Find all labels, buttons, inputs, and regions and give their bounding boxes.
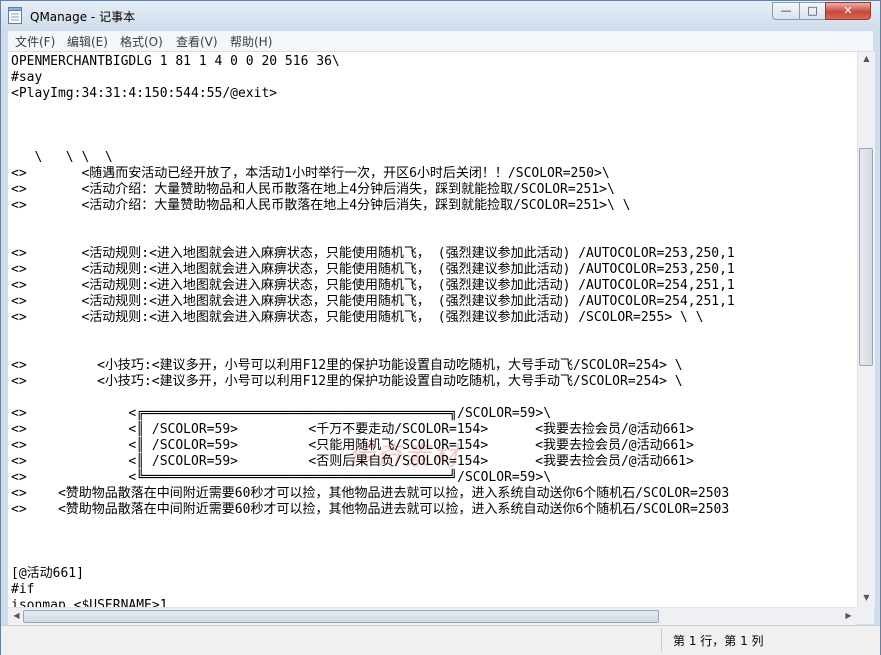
editor-line: <> <║ /SCOLOR=59> <只能用随机飞/SCOLOR=154> <我… [11,438,694,453]
vertical-scrollbar[interactable]: ▲ ▼ [857,52,875,607]
editor-line: <> <活动规则:<进入地图就会进入麻痹状态，只能使用随机飞， (强烈建议参加此… [11,262,735,277]
cursor-position: 第 1 行，第 1 列 [673,634,764,648]
horizontal-scrollbar[interactable]: ◀ ▶ [8,607,857,625]
minimize-button[interactable]: — [772,2,800,20]
menu-view[interactable]: 查看(V) [176,33,218,50]
editor-line: <> <赞助物品散落在中间附近需要60秒才可以捡，其他物品进去就可以捡，进入系统… [11,486,730,501]
editor-line: <> <║ /SCOLOR=59> <否则后果自负/SCOLOR=154> <我… [11,454,694,469]
scroll-down-icon[interactable]: ▼ [858,593,875,602]
editor-line: <> <活动规则:<进入地图就会进入麻痹状态，只能使用随机飞， (强烈建议参加此… [11,246,735,261]
editor-line: <> <活动介绍：大量赞助物品和人民币散落在地上4分钟后消失，踩到就能捡取/SC… [11,198,631,213]
editor-line: <> <╔═══════════════════════════════════… [11,406,552,421]
status-bar: 第 1 行，第 1 列 [1,625,880,655]
close-button[interactable]: ✕ [825,2,871,20]
maximize-button[interactable]: □ [799,2,826,20]
horizontal-scroll-thumb[interactable] [23,610,659,623]
editor-line: #say [11,70,43,85]
editor-line: <PlayImg:34:31:4:150:544:55/@exit> [11,86,278,101]
editor-line: <> <活动介绍：大量赞助物品和人民币散落在地上4分钟后消失，踩到就能捡取/SC… [11,182,615,197]
window-title: QManage - 记事本 [30,10,136,24]
editor-line: <> <小技巧:<建议多开，小号可以利用F12里的保护功能设置自动吃随机，大号手… [11,358,683,373]
editor-line: \ \ \ \ [11,150,113,165]
editor-line: OPENMERCHANTBIGDLG 1 81 1 4 0 0 20 516 3… [11,54,340,69]
editor-line: isonmap <$USERNAME>1 [11,598,168,607]
menu-edit[interactable]: 编辑(E) [67,33,108,50]
editor-line: #if [11,582,35,597]
title-bar[interactable]: QManage - 记事本 — □ ✕ [1,1,880,31]
editor-line: <> <活动规则:<进入地图就会进入麻痹状态，只能使用随机飞， (强烈建议参加此… [11,310,704,325]
scroll-right-icon[interactable]: ▶ [840,611,857,620]
scrollbar-corner [857,607,874,624]
editor-line: <> <活动规则:<进入地图就会进入麻痹状态，只能使用随机飞， (强烈建议参加此… [11,294,735,309]
status-divider [661,629,662,651]
editor-line: [@活动661] [11,566,84,581]
vertical-scroll-thumb[interactable] [859,148,873,366]
editor-line: <> <║ /SCOLOR=59> <千万不要走动/SCOLOR=154> <我… [11,422,694,437]
editor-line: <> <赞助物品散落在中间附近需要60秒才可以捡，其他物品进去就可以捡，进入系统… [11,502,730,517]
editor-line: <> <活动规则:<进入地图就会进入麻痹状态，只能使用随机飞， (强烈建议参加此… [11,278,735,293]
menu-file[interactable]: 文件(F) [15,33,55,50]
text-editor[interactable]: 传奇素材 OPENMERCHANTBIGDLG 1 81 1 4 0 0 20 … [8,52,857,607]
menu-bar: 文件(F) 编辑(E) 格式(O) 查看(V) 帮助(H) [8,31,873,52]
notepad-window: QManage - 记事本 — □ ✕ 文件(F) 编辑(E) 格式(O) 查看… [0,0,881,655]
editor-line: <> <╚═══════════════════════════════════… [11,470,552,485]
menu-help[interactable]: 帮助(H) [230,33,272,50]
editor-line: <> <小技巧:<建议多开，小号可以利用F12里的保护功能设置自动吃随机，大号手… [11,374,683,389]
notepad-icon [8,7,22,24]
editor-line: <> <随遇而安活动已经开放了，本活动1小时举行一次，开区6小时后关闭！！/SC… [11,166,610,181]
scroll-up-icon[interactable]: ▲ [858,54,875,63]
menu-format[interactable]: 格式(O) [120,33,163,50]
